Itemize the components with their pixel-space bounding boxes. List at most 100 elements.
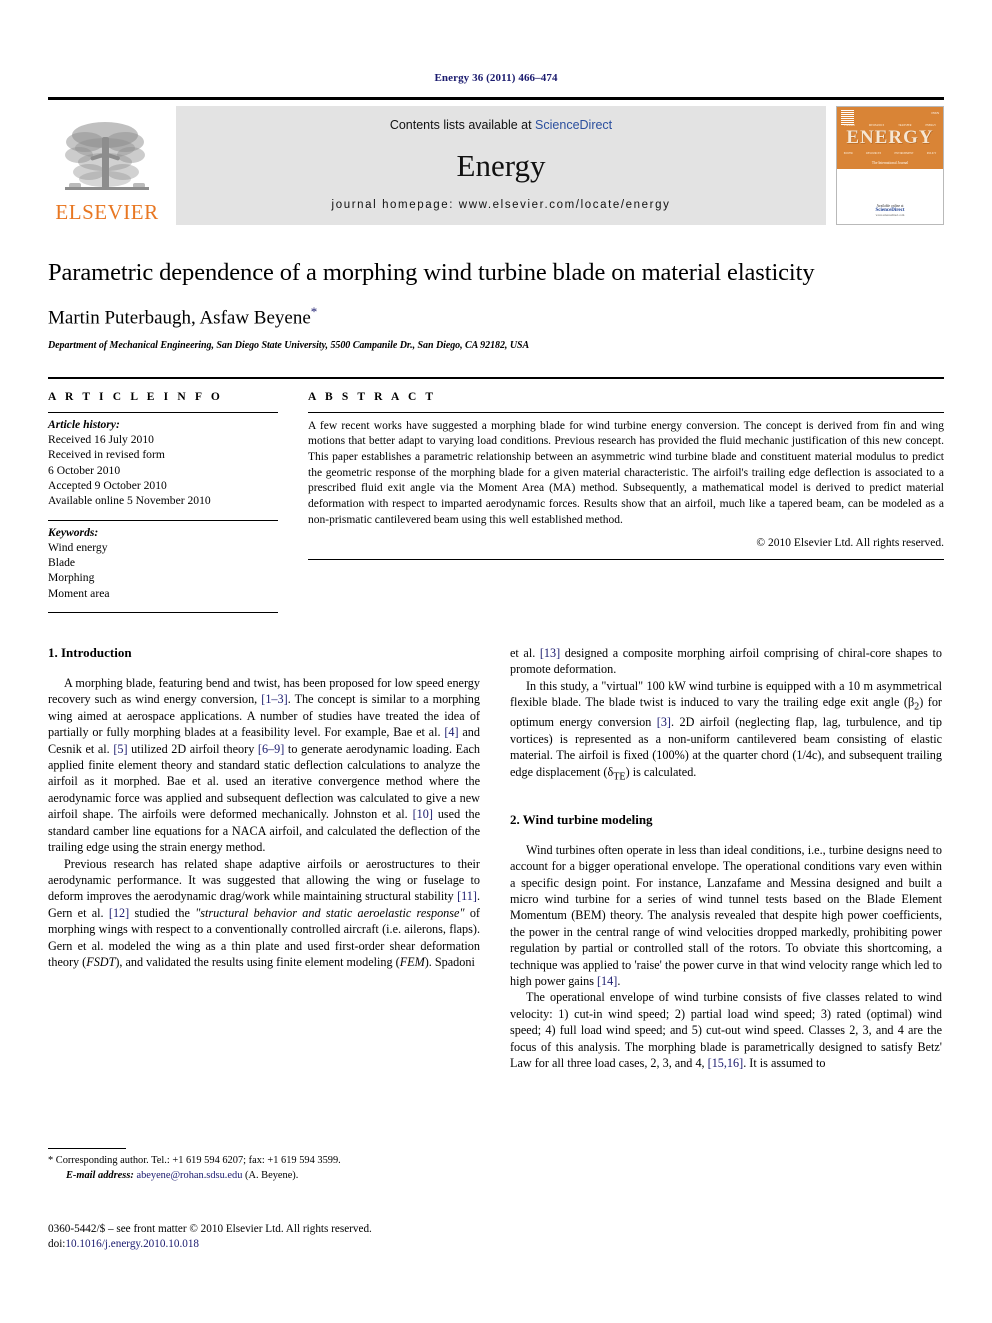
- doi-link[interactable]: 10.1016/j.energy.2010.10.018: [65, 1238, 199, 1250]
- paragraph-intro-3: et al. [13] designed a composite morphin…: [510, 645, 942, 678]
- elsevier-wordmark: ELSEVIER: [55, 200, 159, 224]
- title-block: Parametric dependence of a morphing wind…: [48, 259, 944, 351]
- page-title: Parametric dependence of a morphing wind…: [48, 259, 815, 286]
- history-item: Received 16 July 2010: [48, 433, 154, 447]
- cover-issn-code: ISSN: [931, 111, 939, 115]
- paragraph-wtm-2: The operational envelope of wind turbine…: [510, 989, 942, 1071]
- citation-link[interactable]: [10]: [413, 807, 433, 821]
- citation-link[interactable]: [5]: [113, 742, 127, 756]
- text-run: Previous research has related shape adap…: [48, 856, 480, 904]
- text-run: .: [617, 973, 621, 988]
- citation-link[interactable]: [15,16]: [708, 1056, 744, 1070]
- cover-subtitle: The International Journal: [871, 161, 909, 165]
- journal-title: Energy: [456, 148, 546, 183]
- footnote-line-phone: * Corresponding author. Tel.: +1 619 594…: [48, 1154, 480, 1169]
- footnote-line-email: E-mail address: abeyene@rohan.sdsu.edu (…: [48, 1169, 480, 1184]
- citation-link[interactable]: [6–9]: [258, 742, 284, 756]
- right-column: et al. [13] designed a composite morphin…: [510, 645, 942, 1071]
- page-footer: 0360-5442/$ – see front matter © 2010 El…: [48, 1222, 508, 1252]
- abstract-copyright: © 2010 Elsevier Ltd. All rights reserved…: [756, 537, 944, 550]
- keywords-label: Keywords:: [48, 525, 99, 539]
- text-run: studied the: [129, 905, 196, 920]
- citation-link[interactable]: [13]: [540, 646, 560, 660]
- citation-link[interactable]: [12]: [109, 906, 129, 920]
- author-list: Martin Puterbaugh, Asfaw Beyene*: [48, 304, 944, 329]
- text-run: ), and validated the results using finit…: [115, 954, 400, 969]
- history-item: Accepted 9 October 2010: [48, 478, 167, 492]
- keyword-item: Moment area: [48, 586, 110, 600]
- citation-link[interactable]: [1–3]: [261, 692, 287, 706]
- corresponding-author-marker: *: [310, 304, 318, 320]
- issn-copyright-line: 0360-5442/$ – see front matter © 2010 El…: [48, 1223, 372, 1235]
- history-item: Available online 5 November 2010: [48, 494, 211, 508]
- paragraph-intro-4: In this study, a "virtual" 100 kW wind t…: [510, 678, 942, 784]
- affiliation: Department of Mechanical Engineering, Sa…: [48, 339, 530, 351]
- text-run: ) is calculated.: [625, 764, 697, 779]
- text-run: (A. Beyene).: [242, 1169, 299, 1181]
- cover-url: www.sciencedirect.com: [875, 213, 905, 217]
- text-run: Corresponding author. Tel.: +1 619 594 6…: [53, 1155, 341, 1166]
- paragraph-intro-2: Previous research has related shape adap…: [48, 856, 480, 971]
- history-item: 6 October 2010: [48, 463, 121, 477]
- divider: [48, 612, 278, 614]
- contents-available-line: Contents lists available at ScienceDirec…: [390, 118, 612, 132]
- text-run: utilized 2D airfoil theory: [127, 741, 258, 756]
- abbreviation-fem: FEM: [399, 954, 425, 969]
- text-run: ). Spadoni: [424, 954, 475, 969]
- contents-prefix: Contents lists available at: [389, 118, 536, 132]
- journal-homepage-link[interactable]: journal homepage: www.elsevier.com/locat…: [332, 199, 671, 211]
- history-item: Received in revised form: [48, 448, 165, 462]
- body-columns: 1. Introduction A morphing blade, featur…: [48, 645, 944, 1071]
- citation-link[interactable]: [3]: [657, 715, 671, 729]
- cover-footer: Available online at ScienceDirect www.sc…: [837, 169, 943, 224]
- section-heading-wind-turbine-modeling: 2. Wind turbine modeling: [510, 811, 653, 827]
- subscript-te: TE: [613, 771, 626, 783]
- journal-banner-center: Contents lists available at ScienceDirec…: [176, 106, 826, 225]
- left-column: 1. Introduction A morphing blade, featur…: [48, 645, 480, 1071]
- cover-topics-row-1: THERMO MECHANICS TRANSFER ENERGY: [843, 124, 936, 127]
- info-abstract-region: A R T I C L E I N F O Article history: R…: [48, 376, 944, 614]
- running-head: Energy 36 (2011) 466–474: [434, 72, 558, 84]
- text-run: In this study, a "virtual" 100 kW wind t…: [510, 678, 942, 710]
- citation-link[interactable]: [11]: [457, 889, 477, 903]
- divider: [308, 559, 944, 561]
- text-run: . It is assumed to: [743, 1055, 826, 1070]
- article-info-column: A R T I C L E I N F O Article history: R…: [48, 379, 278, 614]
- abstract-column: A B S T R A C T A few recent works have …: [308, 379, 944, 613]
- section-heading-introduction: 1. Introduction: [48, 645, 132, 661]
- journal-cover-thumbnail: ISSN THERMO MECHANICS TRANSFER ENERGY ENERG…: [836, 106, 944, 225]
- abstract-text: A few recent works have suggested a morp…: [308, 419, 944, 526]
- cover-topics-row-2: POWER RESOURCES ENVIRONMENT POLICY: [843, 152, 937, 155]
- journal-article-page: Energy 36 (2011) 466–474 ELSEVIER Conten…: [0, 0, 992, 1323]
- email-link[interactable]: abeyene@rohan.sdsu.edu: [136, 1170, 242, 1181]
- doi-label: doi:: [48, 1238, 66, 1251]
- keyword-item: Wind energy: [48, 540, 108, 554]
- text-run: Wind turbines often operate in less than…: [510, 842, 942, 988]
- article-history-label: Article history:: [48, 417, 120, 431]
- article-info-heading: A R T I C L E I N F O: [48, 390, 223, 403]
- footnote-divider: [48, 1148, 126, 1149]
- cover-masthead: ISSN THERMO MECHANICS TRANSFER ENERGY ENERG…: [837, 107, 943, 169]
- author-names: Martin Puterbaugh, Asfaw Beyene: [48, 307, 311, 329]
- abbreviation-fsdt: FSDT: [86, 954, 116, 969]
- citation-link[interactable]: [14]: [597, 974, 617, 988]
- abstract-heading: A B S T R A C T: [308, 390, 437, 403]
- keyword-item: Blade: [48, 556, 76, 570]
- doi-line: doi:10.1016/j.energy.2010.10.018: [48, 1237, 508, 1252]
- citation-link[interactable]: [4]: [444, 725, 458, 739]
- elsevier-tree-icon: [65, 122, 149, 190]
- keywords-block: Keywords: Wind energy Blade Morphing Mom…: [48, 521, 278, 601]
- keyword-item: Morphing: [48, 571, 95, 585]
- elsevier-logo: ELSEVIER: [48, 106, 166, 225]
- sciencedirect-link[interactable]: ScienceDirect: [535, 118, 612, 132]
- email-label: E-mail address:: [66, 1169, 134, 1181]
- text-run: designed a composite morphing airfoil co…: [510, 646, 942, 677]
- paragraph-intro-1: A morphing blade, featuring bend and twi…: [48, 675, 480, 855]
- text-run: et al.: [510, 646, 540, 661]
- article-history-block: Article history: Received 16 July 2010 R…: [48, 413, 278, 509]
- quoted-title: "structural behavior and static aeroelas…: [195, 905, 465, 920]
- corresponding-author-footnote: * Corresponding author. Tel.: +1 619 594…: [48, 1148, 480, 1183]
- paragraph-wtm-1: Wind turbines often operate in less than…: [510, 842, 942, 990]
